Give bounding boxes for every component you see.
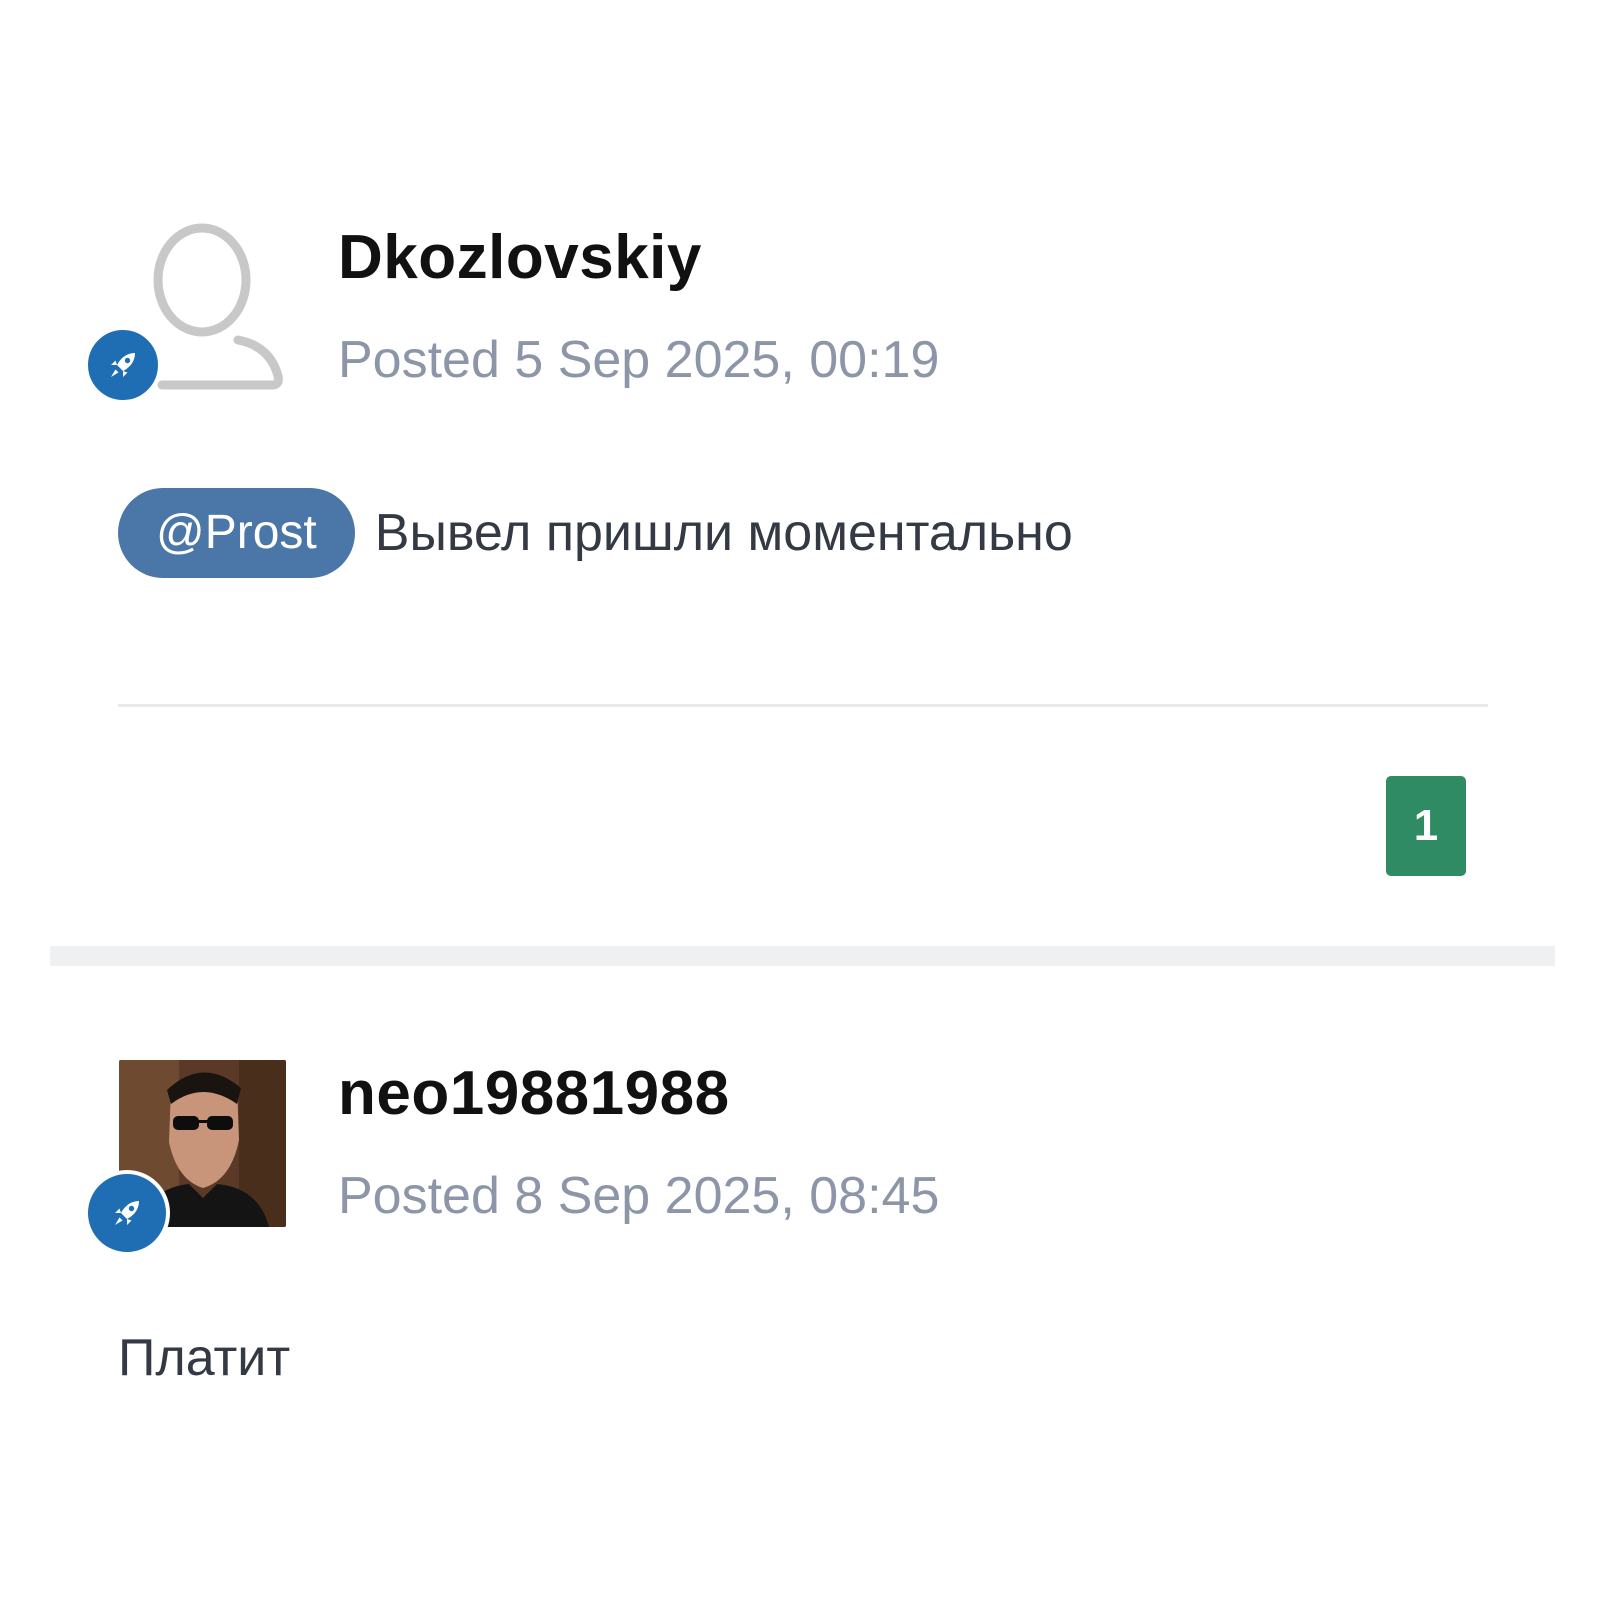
user-mention[interactable]: @Prost: [118, 488, 355, 578]
author-avatar[interactable]: [84, 1060, 286, 1260]
rank-badge: [84, 326, 162, 404]
post-text: Платит: [118, 1329, 291, 1387]
author-name[interactable]: Dkozlovskiy: [338, 222, 702, 293]
rank-badge: [84, 1170, 170, 1256]
post: Dkozlovskiy Posted 5 Sep 2025, 00:19 @Pr…: [0, 0, 1600, 958]
rocket-icon: [115, 1201, 139, 1225]
post-timestamp[interactable]: Posted 5 Sep 2025, 00:19: [338, 330, 939, 390]
post-text: Вывел пришли моментально: [374, 504, 1073, 562]
post-content: Платит: [118, 1328, 290, 1388]
post-timestamp[interactable]: Posted 8 Sep 2025, 08:45: [338, 1166, 939, 1226]
rocket-icon: [111, 353, 135, 377]
topic-page: Dkozlovskiy Posted 5 Sep 2025, 00:19 @Pr…: [0, 0, 1600, 1600]
reputation-count[interactable]: 1: [1386, 776, 1466, 876]
author-avatar[interactable]: [84, 220, 284, 420]
post: neo19881988 Posted 8 Sep 2025, 08:45 Пла…: [0, 966, 1600, 1600]
author-name[interactable]: neo19881988: [338, 1058, 730, 1129]
post-separator: [50, 946, 1555, 966]
post-footer-divider: [118, 704, 1488, 707]
post-content: @Prost Вывел пришли моментально: [118, 488, 1073, 578]
default-avatar-icon: [153, 223, 283, 390]
